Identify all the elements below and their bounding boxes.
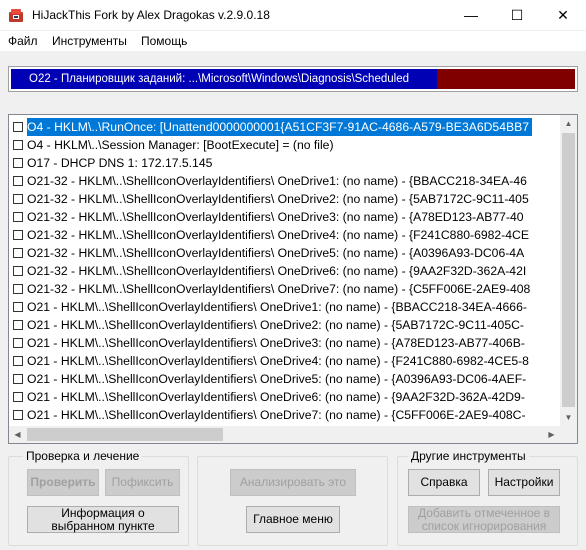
result-row[interactable]: O17 - DHCP DNS 1: 172.17.5.145 [9,154,560,172]
result-checkbox[interactable] [13,230,23,240]
result-text: O21 - HKLM\..\ShellIconOverlayIdentifier… [27,390,525,404]
scroll-right-arrow-icon[interactable]: ▶ [543,426,560,443]
vertical-scroll-thumb[interactable] [562,133,575,407]
horizontal-scroll-thumb[interactable] [27,428,223,441]
settings-button[interactable]: Настройки [488,469,560,496]
scroll-up-arrow-icon[interactable]: ▲ [560,115,577,132]
result-row[interactable]: O21-32 - HKLM\..\ShellIconOverlayIdentif… [9,244,560,262]
result-row[interactable]: O21-32 - HKLM\..\ShellIconOverlayIdentif… [9,262,560,280]
result-text: O21 - HKLM\..\ShellIconOverlayIdentifier… [27,408,526,422]
result-text: O21-32 - HKLM\..\ShellIconOverlayIdentif… [27,174,527,188]
info-on-selected-button[interactable]: Информация о выбранном пункте [27,506,179,533]
fix-checked-button[interactable]: Пофиксить [105,469,180,496]
result-row[interactable]: O21 - HKLM\..\ShellIconOverlayIdentifier… [9,316,560,334]
result-checkbox[interactable] [13,194,23,204]
result-row[interactable]: O21-32 - HKLM\..\ShellIconOverlayIdentif… [9,280,560,298]
result-checkbox[interactable] [13,320,23,330]
result-text: O21 - HKLM\..\ShellIconOverlayIdentifier… [27,372,527,386]
result-checkbox[interactable] [13,140,23,150]
other-tools-group-title: Другие инструменты [408,449,529,463]
horizontal-scrollbar[interactable]: ◀ ▶ [9,426,560,443]
scroll-left-arrow-icon[interactable]: ◀ [9,426,26,443]
result-checkbox[interactable] [13,176,23,186]
results-rows: O4 - HKLM\..\RunOnce: [Unattend000000000… [9,118,560,428]
result-checkbox[interactable] [13,266,23,276]
minimize-icon: — [464,7,478,23]
result-row[interactable]: O21 - HKLM\..\ShellIconOverlayIdentifier… [9,388,560,406]
scrollbar-corner [560,426,577,443]
result-text: O21-32 - HKLM\..\ShellIconOverlayIdentif… [27,246,525,260]
result-row[interactable]: O21 - HKLM\..\ShellIconOverlayIdentifier… [9,352,560,370]
result-row[interactable]: O21-32 - HKLM\..\ShellIconOverlayIdentif… [9,208,560,226]
result-row[interactable]: O21 - HKLM\..\ShellIconOverlayIdentifier… [9,406,560,424]
result-checkbox[interactable] [13,122,23,132]
help-button[interactable]: Справка [408,469,480,496]
analyze-this-button[interactable]: Анализировать это [230,469,356,496]
result-text: O21 - HKLM\..\ShellIconOverlayIdentifier… [27,300,527,314]
result-checkbox[interactable] [13,392,23,402]
result-checkbox[interactable] [13,212,23,222]
result-checkbox[interactable] [13,410,23,420]
result-text: O4 - HKLM\..\RunOnce: [Unattend000000000… [25,118,534,137]
add-to-ignore-list-button[interactable]: Добавить отмеченное в список игнорирован… [408,506,560,533]
result-text: O21-32 - HKLM\..\ShellIconOverlayIdentif… [27,210,524,224]
menu-tools[interactable]: Инструменты [52,34,127,48]
progress-status-text: O22 - Планировщик заданий: ...\Microsoft… [29,73,409,85]
result-text: O21-32 - HKLM\..\ShellIconOverlayIdentif… [27,282,531,296]
result-text: O4 - HKLM\..\Session Manager: [BootExecu… [27,138,334,152]
window-title: HiJackThis Fork by Alex Dragokas v.2.9.0… [32,8,270,22]
result-row[interactable]: O21 - HKLM\..\ShellIconOverlayIdentifier… [9,298,560,316]
result-checkbox[interactable] [13,158,23,168]
result-row[interactable]: O21 - HKLM\..\ShellIconOverlayIdentifier… [9,334,560,352]
result-row[interactable]: O21-32 - HKLM\..\ShellIconOverlayIdentif… [9,190,560,208]
result-checkbox[interactable] [13,374,23,384]
result-row[interactable]: O21-32 - HKLM\..\ShellIconOverlayIdentif… [9,226,560,244]
result-text: O21-32 - HKLM\..\ShellIconOverlayIdentif… [27,192,529,206]
scan-progress-bar: O22 - Планировщик заданий: ...\Microsoft… [8,66,578,92]
menu-bar: Файл Инструменты Помощь [0,31,586,51]
main-menu-button[interactable]: Главное меню [246,506,340,533]
result-row[interactable]: O4 - HKLM\..\RunOnce: [Unattend000000000… [9,118,560,137]
maximize-icon: ☐ [510,7,524,23]
result-checkbox[interactable] [13,248,23,258]
scan-fix-group-title: Проверка и лечение [23,449,143,463]
menu-file[interactable]: Файл [8,34,38,48]
scroll-down-arrow-icon[interactable]: ▼ [560,409,577,426]
result-text: O21 - HKLM\..\ShellIconOverlayIdentifier… [27,336,525,350]
result-checkbox[interactable] [13,284,23,294]
close-button[interactable]: ✕ [540,0,586,30]
result-text: O21-32 - HKLM\..\ShellIconOverlayIdentif… [27,228,529,242]
vertical-scrollbar[interactable]: ▲ ▼ [560,115,577,426]
result-text: O21 - HKLM\..\ShellIconOverlayIdentifier… [27,354,529,368]
hijackthis-app-icon [9,9,23,22]
scan-button[interactable]: Проверить [27,469,99,496]
result-text: O21 - HKLM\..\ShellIconOverlayIdentifier… [27,318,524,332]
maximize-button[interactable]: ☐ [494,0,540,30]
result-row[interactable]: O21-32 - HKLM\..\ShellIconOverlayIdentif… [9,172,560,190]
result-checkbox[interactable] [13,338,23,348]
result-text: O21-32 - HKLM\..\ShellIconOverlayIdentif… [27,264,527,278]
result-row[interactable]: O4 - HKLM\..\Session Manager: [BootExecu… [9,136,560,154]
result-row[interactable]: O21 - HKLM\..\ShellIconOverlayIdentifier… [9,370,560,388]
minimize-button[interactable]: — [448,0,494,30]
result-checkbox[interactable] [13,302,23,312]
close-icon: ✕ [557,7,569,23]
title-bar: HiJackThis Fork by Alex Dragokas v.2.9.0… [0,0,586,30]
menu-help[interactable]: Помощь [141,34,187,48]
scan-results-list[interactable]: O4 - HKLM\..\RunOnce: [Unattend000000000… [8,114,578,444]
result-text: O17 - DHCP DNS 1: 172.17.5.145 [27,156,213,170]
progress-remaining [437,69,575,89]
result-checkbox[interactable] [13,356,23,366]
